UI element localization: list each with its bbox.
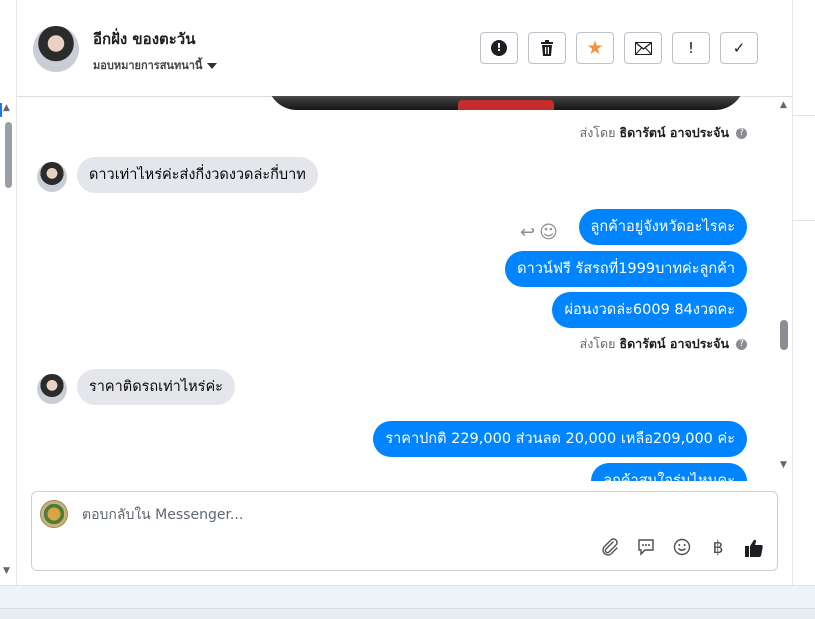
star-icon: ★ — [586, 37, 604, 59]
divider — [793, 115, 815, 116]
composer-toolbar: ฿ — [599, 538, 765, 563]
incoming-message[interactable]: ราคาติดรถเท่าไหร่ค่ะ — [77, 369, 235, 405]
exclamation-icon: ! — [687, 39, 694, 57]
react-emoji-icon[interactable]: ☺ — [539, 222, 558, 243]
contact-name[interactable]: อีกฝั่ง ของตะวัน — [93, 27, 196, 51]
alert-circle-icon: ! — [491, 40, 507, 56]
sender-avatar[interactable] — [37, 374, 67, 404]
outgoing-message[interactable]: ดาวน์ฟรี รัสรถที่1999บาทค่ะลูกค้า — [505, 251, 747, 287]
assign-conversation-dropdown[interactable]: มอบหมายการสนทนานี้ — [93, 56, 218, 74]
scroll-accent — [0, 103, 2, 117]
sent-by-name[interactable]: ธิดารัตน์ อาจประจัน — [619, 336, 729, 351]
delete-button[interactable] — [528, 32, 566, 64]
thread-scrollbar[interactable]: ▲ ▼ — [777, 96, 792, 481]
attachment-icon[interactable] — [599, 538, 621, 563]
thumbs-up-icon[interactable] — [743, 538, 765, 563]
divider — [793, 220, 815, 221]
scroll-down-arrow-icon[interactable]: ▼ — [780, 460, 787, 470]
done-button[interactable]: ✓ — [720, 32, 758, 64]
bottom-edge-strip — [0, 608, 815, 619]
page-scroll-thumb[interactable] — [5, 122, 12, 188]
baht-icon[interactable]: ฿ — [707, 538, 729, 563]
outgoing-message[interactable]: ราคาปกติ 229,000 ส่วนลด 20,000 เหลือ209,… — [373, 421, 747, 457]
outgoing-message[interactable]: ลูกค้าอยู่จังหวัดอะไรคะ — [578, 209, 747, 245]
outgoing-message[interactable]: ผ่อนงวดล่ะ6009 84งวดคะ — [552, 292, 747, 328]
reply-composer: ฿ — [31, 491, 778, 571]
trash-icon — [541, 40, 553, 56]
emoji-icon[interactable] — [671, 538, 693, 563]
sent-by-prefix: ส่งโดย — [579, 336, 616, 351]
sent-by-label: ส่งโดย ธิดารัตน์ อาจประจัน ? — [580, 123, 747, 143]
message-thread[interactable]: ส่งโดย ธิดารัตน์ อาจประจัน ? ดาวเท่าไหร่… — [17, 96, 777, 481]
saved-reply-icon[interactable] — [635, 538, 657, 563]
sent-by-label: ส่งโดย ธิดารัตน์ อาจประจัน ? — [580, 334, 747, 354]
outgoing-message[interactable]: ลูกค้าสนใจรุ่นไหนคะ — [591, 463, 747, 481]
page-avatar — [40, 500, 68, 528]
thread-scroll-thumb[interactable] — [780, 320, 788, 350]
sender-avatar[interactable] — [37, 162, 67, 192]
contact-avatar[interactable] — [33, 26, 79, 72]
bottom-window-edge — [0, 585, 815, 619]
conversation-header: อีกฝั่ง ของตะวัน มอบหมายการสนทนานี้ ! ★ … — [17, 0, 792, 97]
caret-down-icon — [207, 63, 218, 69]
reply-input[interactable] — [80, 502, 734, 528]
sent-by-prefix: ส่งโดย — [579, 125, 616, 140]
assign-label: มอบหมายการสนทนานี้ — [93, 59, 203, 72]
right-sidebar-edge — [792, 0, 815, 585]
scroll-down-arrow-icon[interactable]: ▼ — [3, 566, 10, 576]
help-icon[interactable]: ? — [736, 128, 747, 139]
car-photo-attachment[interactable] — [267, 96, 745, 110]
page-scrollbar[interactable]: ▲ ▼ — [0, 0, 16, 585]
star-button[interactable]: ★ — [576, 32, 614, 64]
help-icon[interactable]: ? — [736, 339, 747, 350]
report-button[interactable]: ! — [480, 32, 518, 64]
sent-by-name[interactable]: ธิดารัตน์ อาจประจัน — [619, 125, 729, 140]
car-detail — [458, 100, 554, 110]
incoming-message[interactable]: ดาวเท่าไหร่ค่ะส่งกี่งวดงวดล่ะกี่บาท — [77, 157, 318, 193]
checkmark-icon: ✓ — [732, 39, 746, 57]
message-actions: ↩ ☺ — [520, 222, 562, 243]
conversation-panel: อีกฝั่ง ของตะวัน มอบหมายการสนทนานี้ ! ★ … — [16, 0, 792, 585]
reply-icon[interactable]: ↩ — [520, 222, 535, 243]
scroll-up-arrow-icon[interactable]: ▲ — [780, 100, 787, 110]
important-button[interactable]: ! — [672, 32, 710, 64]
mark-unread-button[interactable] — [624, 32, 662, 64]
scroll-up-arrow-icon[interactable]: ▲ — [3, 103, 10, 113]
envelope-icon — [634, 41, 652, 55]
